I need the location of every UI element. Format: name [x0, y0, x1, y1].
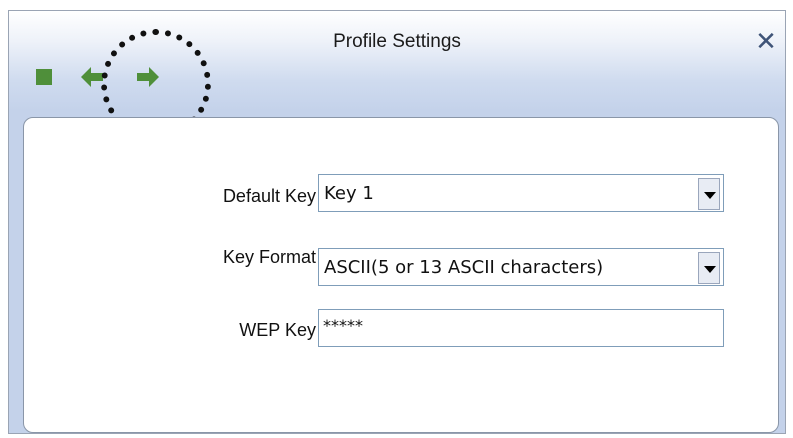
profile-settings-window: Profile Settings ✕ Default Key Key 1 Key…: [8, 10, 786, 434]
settings-panel: Default Key Key 1 Key Format ASCII(5 or …: [23, 117, 779, 433]
close-button[interactable]: ✕: [755, 28, 777, 54]
wep-key-label: WEP Key: [239, 320, 316, 340]
stop-icon[interactable]: [36, 69, 52, 85]
default-key-select[interactable]: Key 1: [318, 174, 724, 212]
default-key-label: Default Key: [222, 186, 316, 206]
default-key-value: Key 1: [324, 183, 374, 204]
chevron-down-icon[interactable]: [698, 178, 720, 210]
back-arrow-icon[interactable]: [81, 66, 105, 88]
chevron-down-icon[interactable]: [698, 252, 720, 284]
window-title: Profile Settings: [333, 31, 461, 52]
key-format-select[interactable]: ASCII(5 or 13 ASCII characters): [318, 248, 724, 286]
forward-arrow-icon[interactable]: [135, 66, 159, 88]
key-format-label: Key Format: [222, 247, 316, 267]
wep-key-input[interactable]: *****: [318, 309, 724, 347]
key-format-value: ASCII(5 or 13 ASCII characters): [324, 257, 604, 278]
